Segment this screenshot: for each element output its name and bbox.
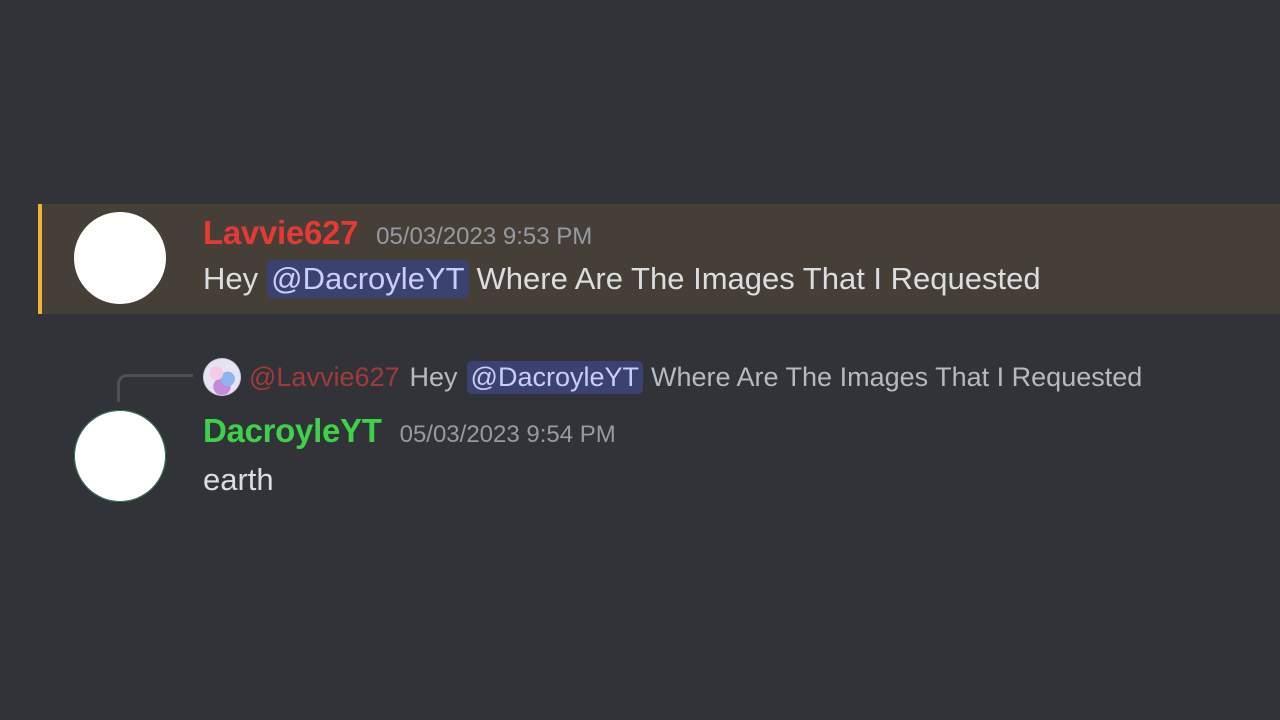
message-text: Where Are The Images That I Requested: [476, 261, 1041, 296]
message-content: earth: [203, 462, 274, 498]
message-text: Hey: [203, 261, 259, 296]
message-header: DacroyleYT 05/03/2023 9:54 PM: [203, 412, 616, 450]
avatar[interactable]: [74, 212, 166, 304]
username[interactable]: Lavvie627: [203, 214, 358, 252]
avatar[interactable]: [74, 410, 166, 502]
message-header: Lavvie627 05/03/2023 9:53 PM: [203, 214, 592, 252]
reply-spine: [117, 374, 193, 402]
reply-username[interactable]: @Lavvie627: [249, 362, 400, 393]
user-mention[interactable]: @DacroyleYT: [267, 260, 469, 298]
timestamp: 05/03/2023 9:53 PM: [376, 223, 593, 250]
reply-text: Hey: [409, 361, 458, 392]
chat-view: Lavvie627 05/03/2023 9:53 PM Hey @Dacroy…: [0, 0, 1280, 720]
username[interactable]: DacroyleYT: [203, 412, 382, 450]
reply-preview[interactable]: @Lavvie627 Hey @DacroyleYT Where Are The…: [203, 358, 1142, 396]
message-text: earth: [203, 462, 274, 497]
message-content: Hey @DacroyleYT Where Are The Images Tha…: [203, 260, 1041, 298]
reply-avatar: [203, 358, 241, 396]
reply-text: Where Are The Images That I Requested: [650, 361, 1143, 392]
reply-mention[interactable]: @DacroyleYT: [466, 360, 643, 394]
timestamp: 05/03/2023 9:54 PM: [399, 421, 616, 448]
